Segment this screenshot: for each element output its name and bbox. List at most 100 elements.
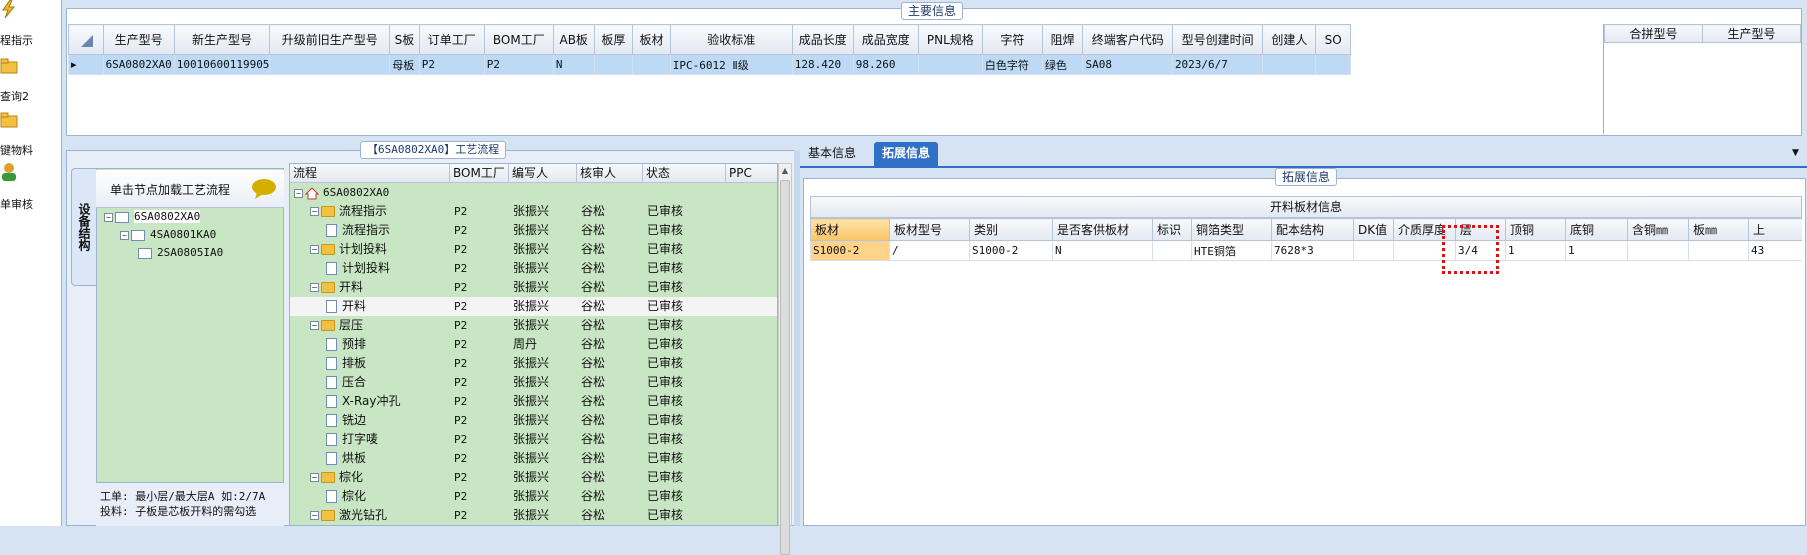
column-header[interactable]: 板厚	[593, 24, 634, 55]
expand-toggle-icon[interactable]: −	[310, 511, 319, 520]
flow-row[interactable]: 铣边 P2 张振兴 谷松 已审核	[290, 411, 777, 430]
ext-cell[interactable]	[1152, 240, 1192, 261]
expand-toggle-icon[interactable]: −	[310, 321, 319, 330]
ext-cell[interactable]: 1	[1565, 240, 1628, 261]
model-node-child[interactable]: −4SA0801KA0	[120, 226, 216, 244]
model-tree[interactable]: −6SA0802XA0 −4SA0801KA0 2SA0805IA0	[104, 208, 282, 268]
model-node-leaf[interactable]: 2SA0805IA0	[138, 244, 223, 262]
ext-column-header[interactable]: 板材	[810, 218, 890, 241]
column-header[interactable]: 合拼型号	[1604, 24, 1703, 43]
expand-toggle-icon[interactable]: −	[310, 245, 319, 254]
flow-row[interactable]: 排板 P2 张振兴 谷松 已审核	[290, 354, 777, 373]
flow-column-header[interactable]: 流程	[290, 164, 450, 183]
flow-root-node[interactable]: −6SA0802XA0	[290, 183, 389, 202]
ext-column-header[interactable]: 底铜	[1565, 218, 1628, 241]
column-header[interactable]: 成品宽度	[852, 24, 919, 55]
ext-column-header[interactable]: 类别	[969, 218, 1053, 241]
nav-item-process-guide[interactable]: 程指示	[0, 0, 62, 47]
column-header[interactable]: AB板	[552, 24, 595, 55]
main-info-cell[interactable]: 绿色	[1041, 54, 1084, 75]
main-info-cell[interactable]: 母板	[389, 54, 420, 75]
main-info-cell[interactable]: P2	[483, 54, 554, 75]
main-info-cell[interactable]	[632, 54, 671, 75]
main-info-cell[interactable]	[1262, 54, 1317, 75]
ext-cell[interactable]: 1	[1505, 240, 1566, 261]
ext-cell[interactable]	[1353, 240, 1394, 261]
main-info-cell[interactable]: SA08	[1082, 54, 1173, 75]
column-header[interactable]: 型号创建时间	[1171, 24, 1264, 55]
merge-model-grid[interactable]: 合拼型号 生产型号	[1603, 24, 1801, 134]
main-info-cell[interactable]: IPC-6012 Ⅱ级	[669, 54, 793, 75]
column-header[interactable]: 订单工厂	[418, 24, 485, 55]
ext-column-header[interactable]: 层	[1455, 218, 1506, 241]
flow-row[interactable]: 棕化 P2 张振兴 谷松 已审核	[290, 487, 777, 506]
column-header[interactable]: PNL规格	[917, 24, 983, 55]
column-header[interactable]: SO	[1315, 24, 1351, 55]
flow-column-header[interactable]: PPC	[726, 164, 777, 183]
expand-toggle-icon[interactable]: −	[310, 207, 319, 216]
flow-row[interactable]: 预排 P2 周丹 谷松 已审核	[290, 335, 777, 354]
ext-cell[interactable]	[1393, 240, 1456, 261]
ext-cell[interactable]: 3/4	[1455, 240, 1506, 261]
ext-column-header[interactable]: 铜箔类型	[1191, 218, 1272, 241]
tab-basic-info[interactable]: 基本信息	[800, 142, 864, 166]
ext-cell[interactable]: /	[889, 240, 970, 261]
main-info-cell[interactable]: P2	[418, 54, 485, 75]
column-header[interactable]: 新生产型号	[173, 24, 271, 55]
splitter[interactable]	[794, 150, 800, 526]
ext-cell[interactable]	[1688, 240, 1749, 261]
cut-material-grid[interactable]: 板材 板材型号 类别 是否客供板材 标识 铜箔类型 配本结构 DK值 介质厚度层顶铜 底铜 含铜㎜板…	[810, 218, 1802, 524]
main-info-cell[interactable]	[593, 54, 634, 75]
flow-row[interactable]: 压合 P2 张振兴 谷松 已审核	[290, 373, 777, 392]
nav-item-review[interactable]: 单审核	[0, 162, 62, 211]
ext-column-header[interactable]: 顶铜	[1505, 218, 1566, 241]
tab-extended-info[interactable]: 拓展信息	[874, 142, 938, 166]
flow-row[interactable]: 打字唛 P2 张振兴 谷松 已审核	[290, 430, 777, 449]
expand-toggle-icon[interactable]: −	[310, 473, 319, 482]
main-info-cell[interactable]: 6SA0802XA0	[102, 54, 175, 75]
ext-cell[interactable]	[1627, 240, 1689, 261]
main-info-grid[interactable]: 生产型号 新生产型号 升级前旧生产型号 S板 订单工厂 BOM工厂 AB板 板厚 板材 验收标准成…	[68, 24, 1602, 134]
scroll-up-arrow-icon[interactable]: ▲	[780, 166, 790, 175]
ext-column-header[interactable]: DK值	[1353, 218, 1394, 241]
flow-column-header[interactable]: 编写人	[509, 164, 577, 183]
column-header[interactable]: 板材	[632, 24, 671, 55]
ext-cell[interactable]: HTE铜箔	[1191, 240, 1272, 261]
flow-column-header[interactable]: BOM工厂	[450, 164, 509, 183]
main-info-cell[interactable]: 白色字符	[981, 54, 1043, 75]
column-header[interactable]: BOM工厂	[483, 24, 554, 55]
column-header[interactable]: 生产型号	[1702, 24, 1801, 43]
ext-column-header[interactable]: 上	[1748, 218, 1802, 241]
column-header[interactable]: 生产型号	[102, 24, 175, 55]
ext-column-header[interactable]: 配本结构	[1271, 218, 1354, 241]
column-header[interactable]: 终端客户代码	[1082, 24, 1173, 55]
ext-column-header[interactable]: 板材型号	[889, 218, 970, 241]
flow-tree-grid[interactable]: 流程 BOM工厂 编写人 核审人 状态 PPC −6SA0802XA0 − 流程指示 P2 张振…	[289, 163, 778, 526]
tab-equipment-structure[interactable]: 设备结构	[71, 168, 97, 286]
flow-row[interactable]: − 激光钻孔 P2 张振兴 谷松 已审核	[290, 506, 777, 525]
ext-cell[interactable]: 7628*3	[1271, 240, 1354, 261]
nav-item-query2[interactable]: 查询2	[0, 56, 62, 103]
column-header[interactable]: 验收标准	[669, 24, 793, 55]
ext-column-header[interactable]: 是否客供板材	[1052, 218, 1153, 241]
main-info-cell[interactable]	[917, 54, 983, 75]
flow-scrollbar[interactable]: ▲	[778, 163, 792, 555]
tab-dropdown-icon[interactable]: ▼	[1792, 148, 1799, 158]
ext-cell[interactable]: 43	[1748, 240, 1802, 261]
ext-cell[interactable]: S1000-2	[969, 240, 1053, 261]
main-info-cell[interactable]	[1315, 54, 1351, 75]
flow-column-header[interactable]: 核审人	[577, 164, 643, 183]
main-info-cell[interactable]: 10010600119905	[173, 54, 271, 75]
column-header[interactable]: 阻焊	[1041, 24, 1084, 55]
column-header[interactable]: 升级前旧生产型号	[269, 24, 391, 55]
flow-row[interactable]: − 层压 P2 张振兴 谷松 已审核	[290, 316, 777, 335]
column-header[interactable]: 成品长度	[791, 24, 854, 55]
flow-row[interactable]: 烘板 P2 张振兴 谷松 已审核	[290, 449, 777, 468]
flow-row[interactable]: − 流程指示 P2 张振兴 谷松 已审核	[290, 202, 777, 221]
flow-row[interactable]: − 开料 P2 张振兴 谷松 已审核	[290, 278, 777, 297]
column-header[interactable]: S板	[389, 24, 420, 55]
flow-row[interactable]: 计划投料 P2 张振兴 谷松 已审核	[290, 259, 777, 278]
main-info-cell[interactable]: 128.420	[791, 54, 854, 75]
model-node-root[interactable]: −6SA0802XA0	[104, 208, 201, 226]
scroll-thumb[interactable]	[780, 180, 790, 555]
